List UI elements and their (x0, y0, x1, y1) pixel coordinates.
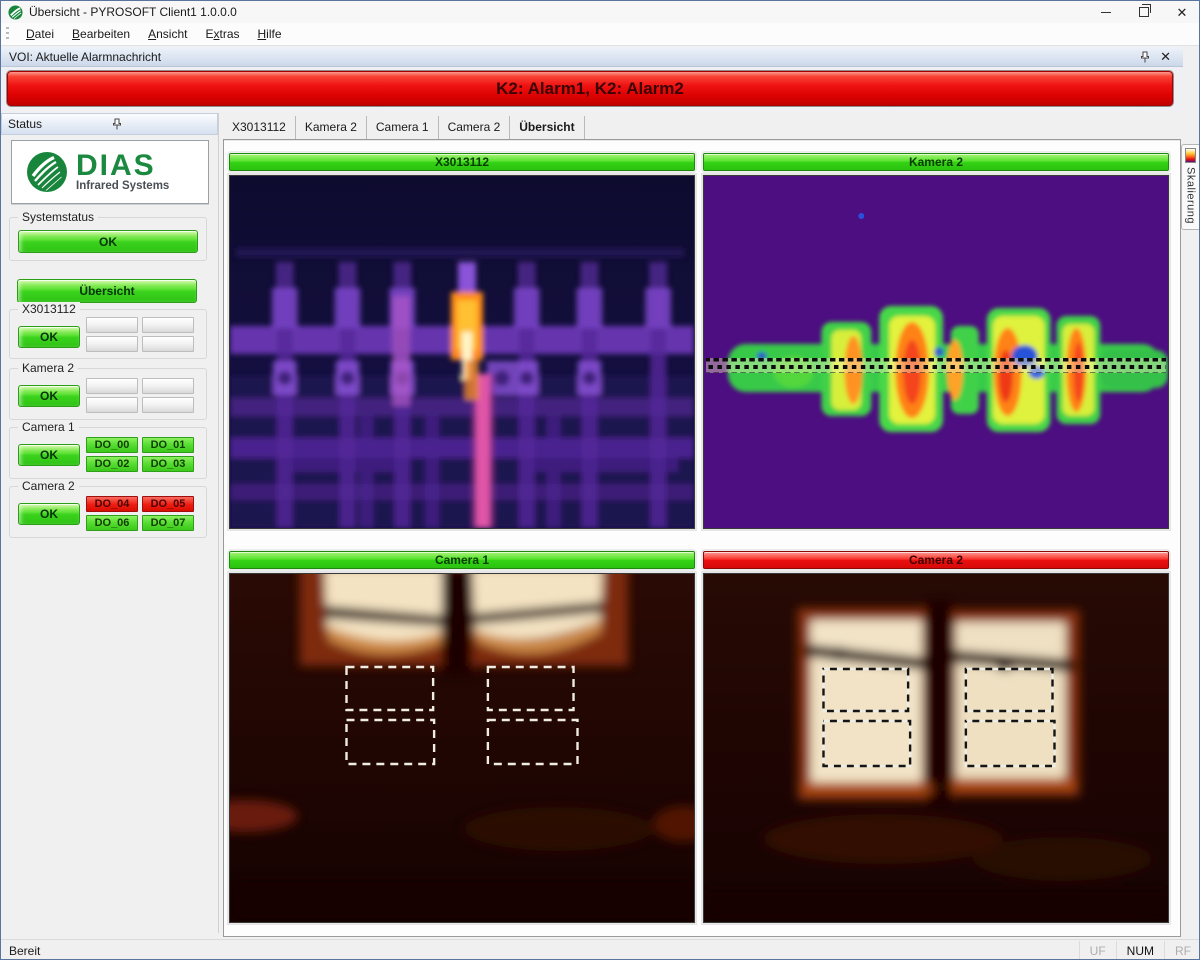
restore-icon (1139, 7, 1149, 17)
voi-panel-header: VOI: Aktuelle Alarmnachricht ✕ (1, 47, 1183, 67)
palette-icon (1185, 148, 1196, 163)
group-x3013112: X3013112 OK (9, 309, 207, 359)
do-indicator: DO_04 (86, 496, 138, 512)
do-indicator: DO_06 (86, 515, 138, 531)
dias-logo-subtitle: Infrared Systems (76, 180, 169, 192)
menu-bearbeiten[interactable]: Bearbeiten (63, 23, 139, 45)
statusbar-num: NUM (1116, 941, 1164, 960)
group-kamera2: Kamera 2 OK (9, 368, 207, 420)
group-camera2: Camera 2 OK DO_04 DO_05 DO_06 DO_07 (9, 486, 207, 538)
tab-camera2[interactable]: Camera 2 (439, 116, 511, 139)
sidebar-header: Status (1, 113, 218, 135)
camera1-ok-button[interactable]: OK (18, 444, 80, 466)
skalierung-tab-label: Skalierung (1185, 167, 1197, 224)
indicator (86, 378, 138, 394)
app-logo-icon (8, 5, 23, 20)
x3013112-ok-button[interactable]: OK (18, 326, 80, 348)
minimize-icon (1101, 12, 1111, 13)
camera-view-x3013112 (229, 175, 695, 529)
skalierung-tab[interactable]: Skalierung (1181, 144, 1199, 230)
indicator (142, 397, 194, 413)
pyrosoft-window: Übersicht - PYROSOFT Client1 1.0.0.0 ✕ D… (0, 0, 1200, 960)
indicator (86, 317, 138, 333)
status-sidebar: Status DIAS Infrared Systems Systemstatu… (1, 113, 219, 933)
camera-header-kamera2: Kamera 2 (703, 153, 1169, 171)
group-kamera2-label: Kamera 2 (18, 361, 78, 375)
statusbar-uf: UF (1079, 941, 1116, 960)
systemstatus-ok-button[interactable]: OK (18, 230, 198, 253)
camera-view-camera2 (703, 573, 1169, 923)
close-icon: ✕ (1177, 6, 1188, 19)
toolbar-grip-icon[interactable] (6, 27, 9, 41)
group-x3013112-label: X3013112 (18, 302, 80, 316)
indicator (142, 378, 194, 394)
voi-panel-title: VOI: Aktuelle Alarmnachricht (9, 50, 1140, 64)
tab-kamera2[interactable]: Kamera 2 (296, 116, 367, 139)
indicator (86, 397, 138, 413)
tab-uebersicht[interactable]: Übersicht (510, 116, 584, 139)
window-title: Übersicht - PYROSOFT Client1 1.0.0.0 (29, 5, 237, 19)
camera-header-camera1: Camera 1 (229, 551, 695, 569)
group-systemstatus-label: Systemstatus (18, 210, 98, 224)
camera-header-x3013112: X3013112 (229, 153, 695, 171)
sidebar-title: Status (8, 117, 106, 131)
camera2-ok-button[interactable]: OK (18, 503, 80, 525)
camera-tabbar: X3013112 Kamera 2 Camera 1 Camera 2 Über… (223, 113, 1181, 139)
menubar: Datei Bearbeiten Ansicht Extras Hilfe (1, 23, 1200, 46)
camera-grid-panel: X3013112 (223, 139, 1181, 937)
indicator (86, 336, 138, 352)
tab-x3013112[interactable]: X3013112 (223, 116, 296, 139)
restore-button[interactable] (1125, 1, 1163, 23)
minimize-button[interactable] (1087, 1, 1125, 23)
menu-ansicht[interactable]: Ansicht (139, 23, 196, 45)
camera-view-camera1 (229, 573, 695, 923)
do-indicator: DO_02 (86, 456, 138, 472)
do-indicator: DO_01 (142, 437, 194, 453)
do-indicator: DO_07 (142, 515, 194, 531)
overview-button[interactable]: Übersicht (17, 279, 197, 303)
indicator (142, 317, 194, 333)
kamera2-ok-button[interactable]: OK (18, 385, 80, 407)
dias-logo: DIAS Infrared Systems (11, 140, 209, 204)
statusbar-message: Bereit (9, 944, 1079, 958)
dias-logo-name: DIAS (76, 152, 169, 180)
menu-datei[interactable]: Datei (17, 23, 63, 45)
menu-extras[interactable]: Extras (196, 23, 248, 45)
tab-camera1[interactable]: Camera 1 (367, 116, 439, 139)
group-camera1-label: Camera 1 (18, 420, 79, 434)
group-camera1: Camera 1 OK DO_00 DO_01 DO_02 DO_03 (9, 427, 207, 479)
statusbar-rf: RF (1164, 941, 1200, 960)
alarm-banner: K2: Alarm1, K2: Alarm2 (6, 70, 1174, 107)
pin-icon[interactable] (1140, 51, 1150, 63)
camera-view-kamera2 (703, 175, 1169, 529)
group-camera2-label: Camera 2 (18, 479, 79, 493)
do-indicator: DO_03 (142, 456, 194, 472)
alarm-area: K2: Alarm1, K2: Alarm2 (1, 67, 1183, 111)
menu-hilfe[interactable]: Hilfe (249, 23, 291, 45)
dias-swirl-icon (26, 151, 68, 193)
camera-header-camera2: Camera 2 (703, 551, 1169, 569)
do-indicator: DO_00 (86, 437, 138, 453)
group-systemstatus: Systemstatus OK (9, 217, 207, 261)
sidebar-pin-icon[interactable] (112, 118, 210, 130)
close-button[interactable]: ✕ (1163, 1, 1200, 23)
indicator (142, 336, 194, 352)
do-indicator: DO_05 (142, 496, 194, 512)
statusbar: Bereit UF NUM RF (1, 939, 1200, 960)
titlebar: Übersicht - PYROSOFT Client1 1.0.0.0 ✕ (1, 1, 1200, 23)
voi-close-icon[interactable]: ✕ (1160, 51, 1171, 63)
